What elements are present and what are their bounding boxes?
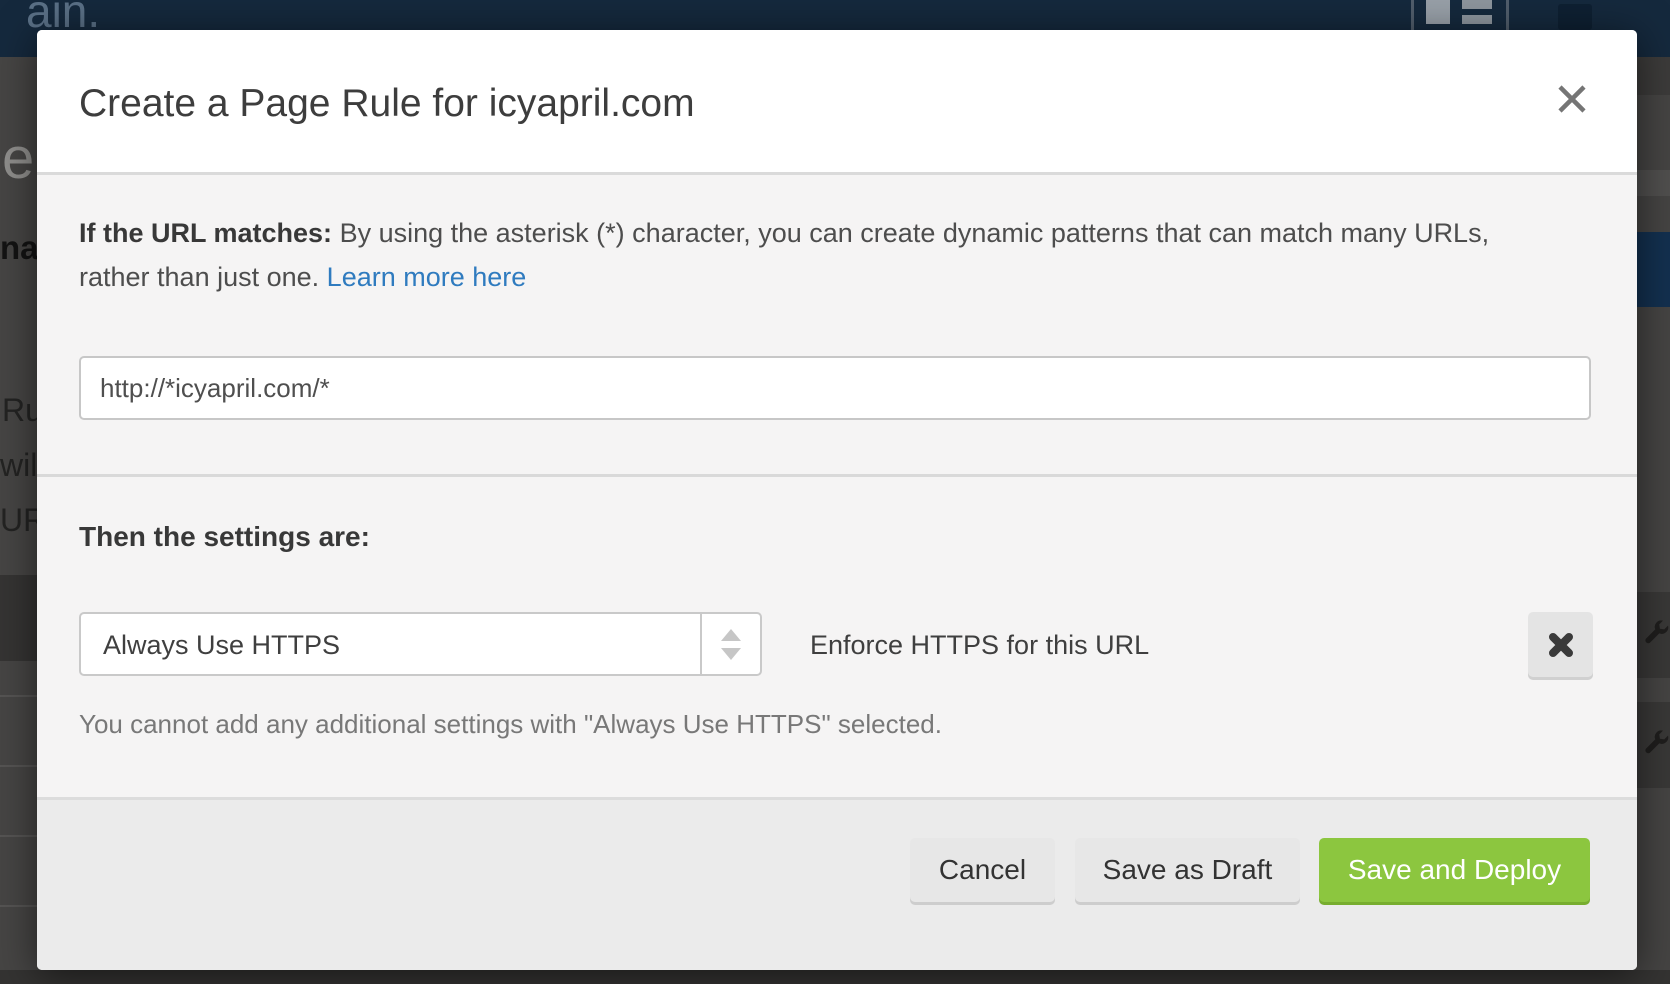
close-icon <box>1551 78 1593 120</box>
url-match-section: If the URL matches: By using the asteris… <box>37 172 1637 474</box>
background-band <box>1637 57 1670 95</box>
close-button[interactable] <box>1547 74 1597 124</box>
modal-header: Create a Page Rule for icyapril.com <box>37 30 1637 172</box>
setting-row: Always Use HTTPS Enforce HTTPS for this … <box>79 612 1595 677</box>
list-icon <box>1462 0 1492 9</box>
url-match-description: If the URL matches: By using the asteris… <box>79 211 1509 299</box>
setting-note: You cannot add any additional settings w… <box>79 709 942 740</box>
url-match-label: If the URL matches: <box>79 218 332 248</box>
background-text-fragment: e <box>2 125 34 192</box>
background-band <box>1637 170 1670 196</box>
settings-heading: Then the settings are: <box>79 521 370 553</box>
save-as-draft-button[interactable]: Save as Draft <box>1075 838 1300 902</box>
save-and-deploy-button[interactable]: Save and Deploy <box>1319 838 1590 902</box>
setting-description: Enforce HTTPS for this URL <box>810 612 1149 676</box>
chevron-down-icon <box>721 648 741 660</box>
learn-more-link[interactable]: Learn more here <box>327 262 527 292</box>
background-setting-tile <box>1637 592 1670 678</box>
background-divider <box>0 695 37 697</box>
background-setting-tile <box>1637 702 1670 788</box>
create-page-rule-modal: Create a Page Rule for icyapril.com If t… <box>37 30 1637 970</box>
grid-icon <box>1426 0 1450 24</box>
setting-select[interactable]: Always Use HTTPS <box>79 612 762 676</box>
settings-section: Then the settings are: Always Use HTTPS … <box>37 474 1637 797</box>
chevron-up-icon <box>721 629 741 641</box>
screen: ain. e nav Ru will UR <box>0 0 1670 984</box>
remove-setting-button[interactable] <box>1528 612 1593 677</box>
background-divider <box>0 905 37 907</box>
background-left-strip: e nav Ru will UR <box>0 57 37 970</box>
modal-footer: Cancel Save as Draft Save and Deploy <box>37 797 1637 970</box>
background-header-bar-edge <box>1637 0 1670 57</box>
background-right-strip <box>1637 0 1670 984</box>
background-header-partial-icon <box>1558 4 1592 30</box>
modal-title: Create a Page Rule for icyapril.com <box>79 30 695 172</box>
background-table-row-band <box>0 575 37 661</box>
wrench-icon <box>1641 618 1670 648</box>
wrench-icon <box>1641 728 1670 758</box>
background-divider <box>0 765 37 767</box>
list-icon <box>1462 15 1492 24</box>
setting-select-value: Always Use HTTPS <box>103 614 340 674</box>
remove-x-icon <box>1545 629 1577 661</box>
url-pattern-input[interactable] <box>79 356 1591 420</box>
cancel-button[interactable]: Cancel <box>910 838 1055 902</box>
background-bottom-strip <box>0 970 1670 984</box>
select-spinner-icons <box>700 614 760 674</box>
background-blue-button-edge <box>1637 232 1670 307</box>
background-divider <box>0 835 37 837</box>
